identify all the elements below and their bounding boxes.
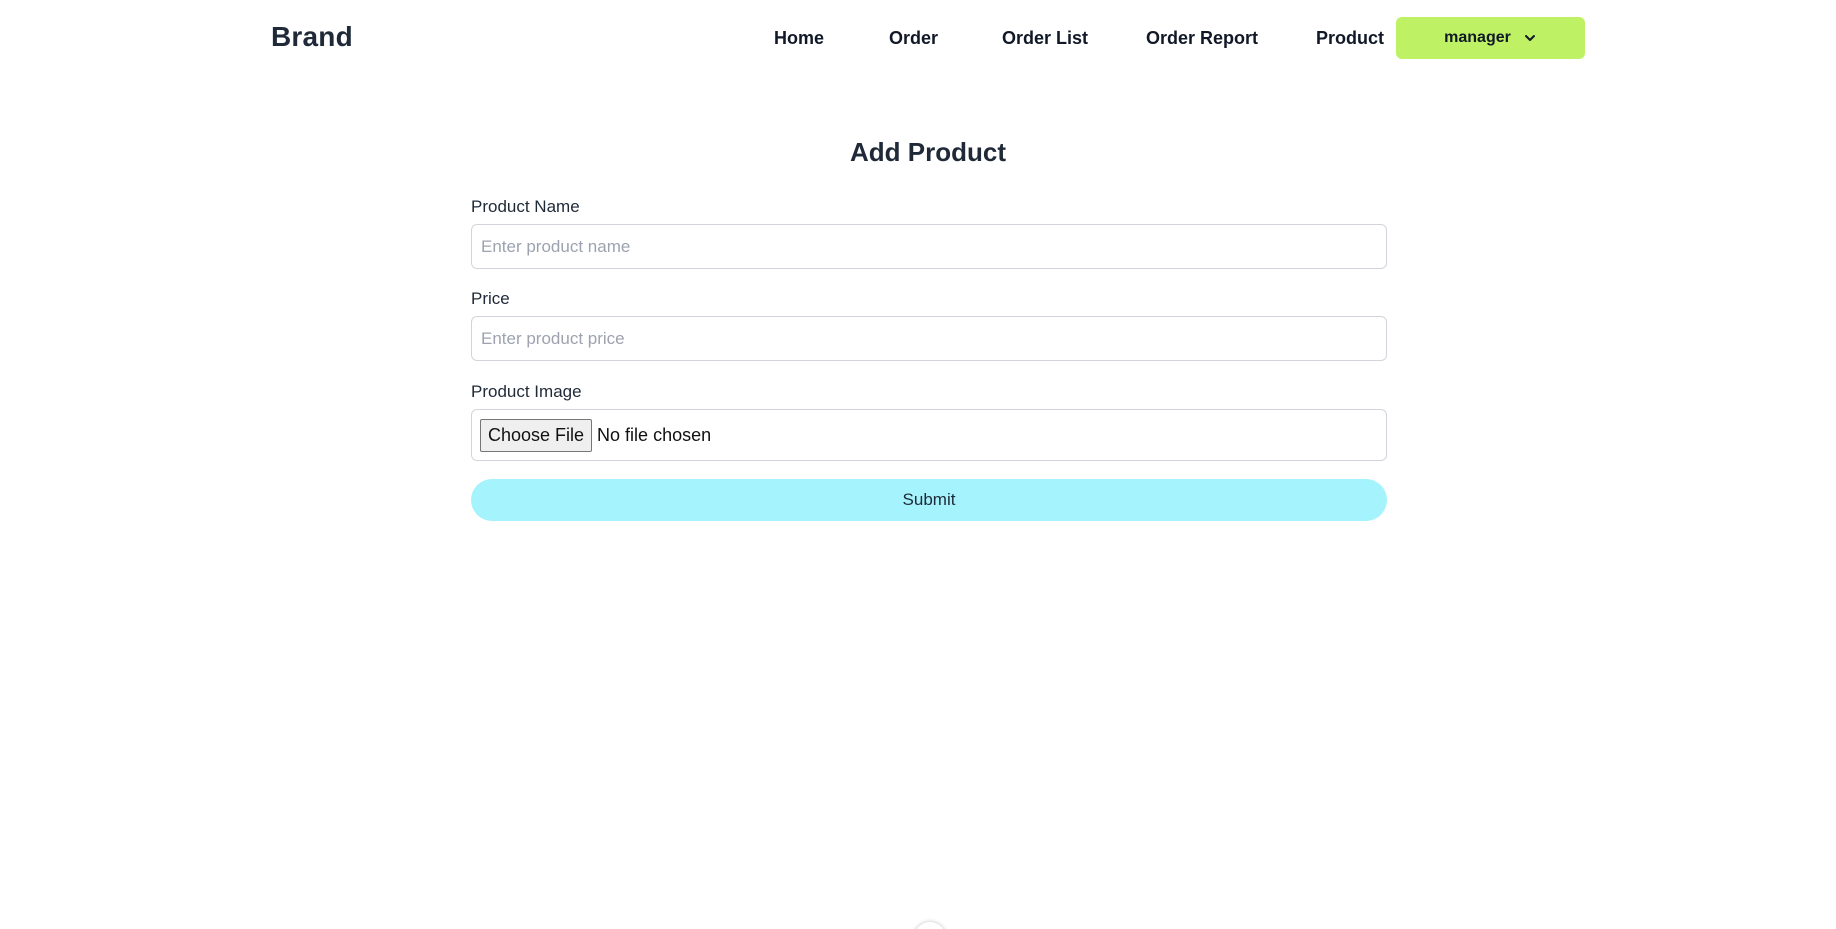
nav-link-product[interactable]: Product (1316, 28, 1384, 49)
user-menu-label: manager (1444, 29, 1511, 46)
product-image-field-group: Product Image Choose File No file chosen (471, 381, 1387, 461)
navbar: Brand Home Order Order List Order Report… (0, 0, 1836, 78)
nav-link-home[interactable]: Home (774, 28, 824, 49)
nav-link-order[interactable]: Order (889, 28, 938, 49)
page-title: Add Product (850, 137, 1006, 167)
product-name-label: Product Name (471, 197, 580, 216)
file-status-text: No file chosen (597, 424, 712, 445)
price-field-group: Price (471, 288, 1387, 361)
price-input[interactable] (471, 316, 1387, 361)
product-image-label: Product Image (471, 382, 582, 401)
product-name-field-group: Product Name (471, 196, 1387, 269)
scroll-indicator[interactable] (914, 922, 946, 929)
price-label: Price (471, 289, 510, 308)
product-name-input[interactable] (471, 224, 1387, 269)
product-image-file-input[interactable]: Choose File No file chosen (471, 409, 1387, 461)
nav-link-order-report[interactable]: Order Report (1146, 28, 1258, 49)
page: Brand Home Order Order List Order Report… (0, 0, 1836, 929)
user-menu-button[interactable]: manager (1396, 17, 1585, 59)
nav-link-order-list[interactable]: Order List (1002, 28, 1088, 49)
add-product-form: Product Name Price Product Image Choose … (471, 196, 1387, 521)
submit-button[interactable]: Submit (471, 479, 1387, 521)
choose-file-button[interactable]: Choose File (480, 418, 593, 452)
chevron-down-icon (1523, 31, 1537, 45)
brand-logo[interactable]: Brand (271, 21, 353, 53)
